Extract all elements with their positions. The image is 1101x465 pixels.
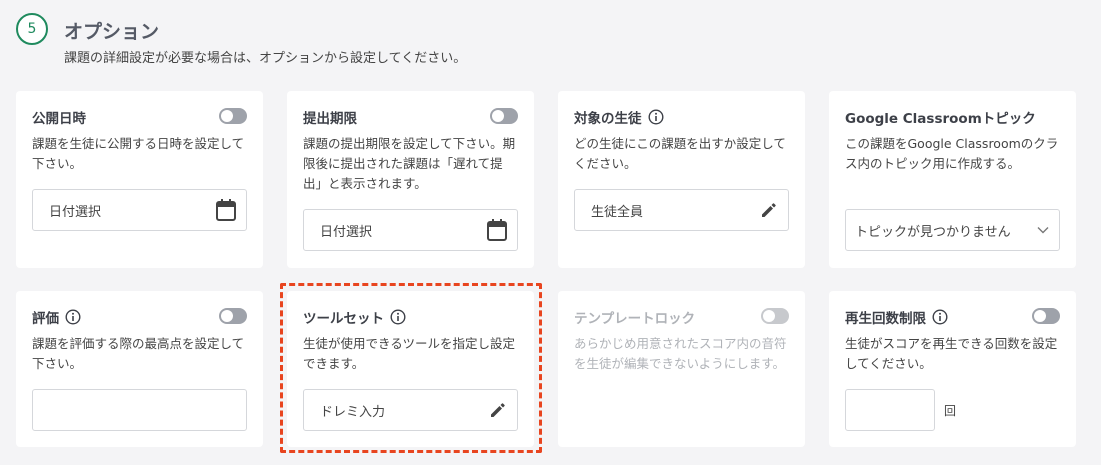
- card-publish-date: 公開日時 課題を生徒に公開する日時を設定して下さい。 日付選択: [16, 91, 263, 268]
- card-description: この課題をGoogle Classroomのクラス内のトピック用に作成する。: [845, 136, 1059, 171]
- card-title: Google Classroomトピック: [845, 111, 1036, 127]
- playback-limit-toggle[interactable]: [1032, 308, 1060, 324]
- card-description: 課題の提出期限を設定して下さい。期限後に提出された課題は「遅れて提出」と表示され…: [303, 136, 516, 191]
- card-description: 課題を生徒に公開する日時を設定して下さい。: [32, 136, 245, 171]
- calendar-icon[interactable]: [216, 199, 236, 221]
- card-description: 生徒がスコアを再生できる回数を設定してください。: [845, 336, 1058, 371]
- section-description: 課題の詳細設定が必要な場合は、オプションから設定してください。: [64, 51, 467, 66]
- card-title: 提出期限: [303, 111, 357, 127]
- pencil-icon[interactable]: [760, 201, 778, 219]
- info-circle-icon[interactable]: [390, 309, 406, 325]
- card-title: ツールセット: [303, 307, 406, 327]
- publish-date-field[interactable]: 日付選択: [32, 189, 247, 231]
- section-title: オプション: [64, 21, 160, 43]
- field-value: 日付選択: [320, 224, 373, 240]
- card-description: 課題を評価する際の最高点を設定して下さい。: [32, 336, 245, 371]
- playback-count-input[interactable]: [845, 389, 935, 431]
- card-target-students: 対象の生徒 どの生徒にこの課題を出すか設定してください。 生徒全員: [558, 91, 805, 268]
- playback-count-unit: 回: [944, 404, 957, 418]
- classroom-topic-select[interactable]: トピックが見つかりません: [845, 209, 1060, 251]
- target-students-field[interactable]: 生徒全員: [574, 189, 789, 231]
- toolset-field[interactable]: ドレミ入力: [303, 389, 518, 431]
- info-circle-icon[interactable]: [647, 109, 664, 125]
- card-title: 公開日時: [32, 111, 86, 127]
- info-circle-icon[interactable]: [932, 309, 948, 325]
- info-circle-icon[interactable]: [65, 309, 81, 325]
- card-title: テンプレートロック: [574, 311, 696, 327]
- card-classroom-topic: Google Classroomトピック この課題をGoogle Classro…: [829, 91, 1076, 268]
- card-template-lock: テンプレートロック あらかじめ用意されたスコア内の音符を生徒が編集できないように…: [558, 291, 805, 447]
- card-description: あらかじめ用意されたスコア内の音符を生徒が編集できないようにします。: [574, 336, 787, 371]
- chevron-down-icon: [1037, 226, 1049, 234]
- calendar-icon[interactable]: [487, 219, 507, 241]
- card-due-date: 提出期限 課題の提出期限を設定して下さい。期限後に提出された課題は「遅れて提出」…: [287, 91, 534, 268]
- field-value: ドレミ入力: [320, 404, 386, 420]
- grading-toggle[interactable]: [219, 308, 247, 324]
- field-value: 生徒全員: [591, 204, 644, 220]
- field-value: 日付選択: [49, 204, 102, 220]
- max-score-input[interactable]: [32, 389, 247, 431]
- card-playback-limit: 再生回数制限 生徒がスコアを再生できる回数を設定してください。 回: [829, 291, 1076, 447]
- card-toolset: ツールセット 生徒が使用できるツールを指定し設定できます。 ドレミ入力: [287, 291, 534, 447]
- selected-option: トピックが見つかりません: [855, 224, 1011, 240]
- card-title: 評価: [32, 307, 81, 327]
- due-date-field[interactable]: 日付選択: [303, 209, 518, 251]
- card-grading: 評価 課題を評価する際の最高点を設定して下さい。: [16, 291, 263, 447]
- card-title: 再生回数制限: [845, 307, 948, 327]
- step-number-badge: 5: [16, 13, 48, 45]
- template-lock-toggle[interactable]: [761, 308, 789, 324]
- publish-date-toggle[interactable]: [219, 108, 247, 124]
- card-description: どの生徒にこの課題を出すか設定してください。: [574, 136, 786, 171]
- due-date-toggle[interactable]: [490, 108, 518, 124]
- card-title: 対象の生徒: [574, 107, 664, 127]
- pencil-icon[interactable]: [489, 401, 507, 419]
- card-description: 生徒が使用できるツールを指定し設定できます。: [303, 336, 516, 371]
